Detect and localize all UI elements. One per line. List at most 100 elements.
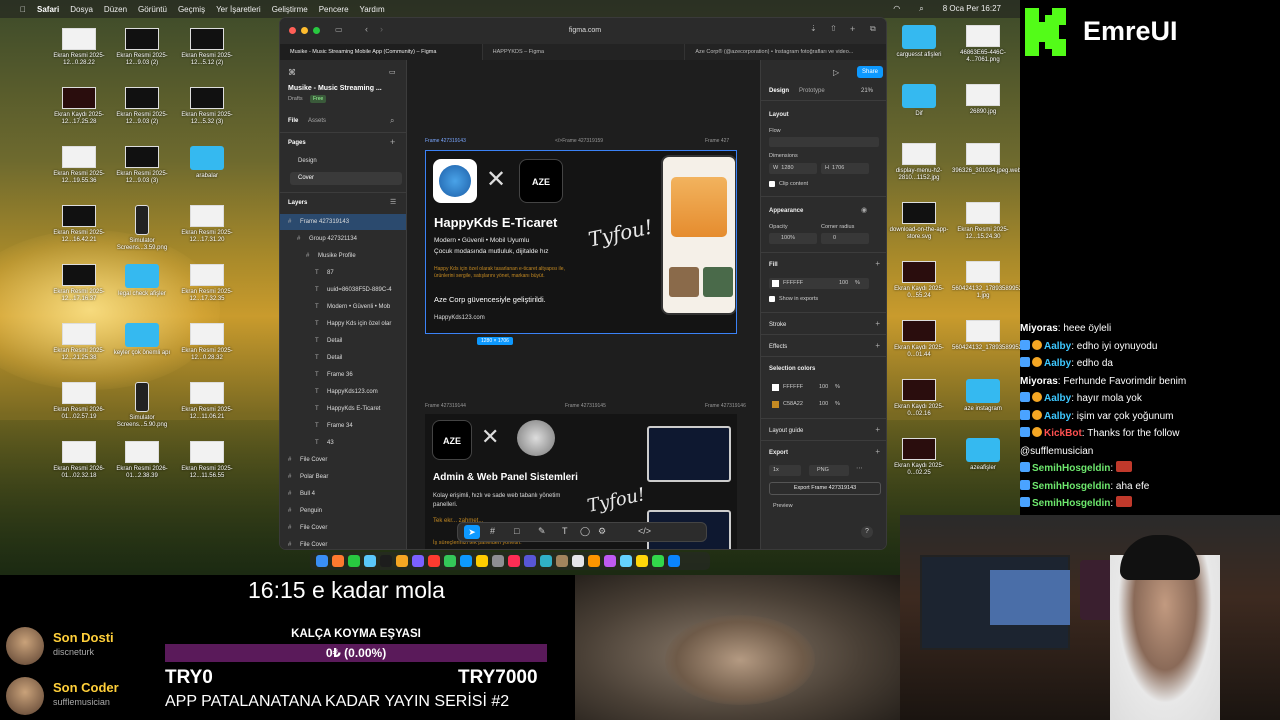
add-page-icon[interactable]: + [390, 137, 395, 147]
desktop-file-icon[interactable]: display-menu-h2-2810...1152.jpg [888, 143, 950, 182]
fill-row[interactable]: FFFFFF 100 % [769, 278, 869, 289]
desktop-file-icon[interactable]: Ekran Resmi 2025-12...9.03 (2) [111, 28, 173, 67]
download-icon[interactable]: ⇣ [810, 24, 817, 33]
dock-app-icon[interactable] [620, 555, 632, 567]
clip-checkbox[interactable] [769, 181, 775, 187]
add-effect-icon[interactable]: + [875, 341, 880, 350]
selection-color-row[interactable]: FFFFFF 100 % [769, 382, 869, 393]
export-format[interactable]: PNG [809, 465, 849, 476]
frame-label-6[interactable]: Frame 427319146 [705, 403, 746, 409]
new-tab-icon[interactable]: + [850, 24, 855, 34]
color-swatch[interactable] [772, 384, 779, 391]
flow-options[interactable] [769, 137, 879, 147]
layer-row[interactable]: T HappyKds E-Ticaret [280, 401, 406, 417]
search-icon[interactable]: ⌕ [390, 116, 394, 126]
layer-row[interactable]: Tuuid=86038F5D-889C-4 [280, 282, 406, 298]
preview-toggle[interactable]: Preview [773, 503, 793, 509]
frame-label-1[interactable]: Frame 427319143 [425, 138, 466, 144]
dock-app-icon[interactable] [412, 555, 424, 567]
desktop-file-icon[interactable]: download-on-the-app-store.svg [888, 202, 950, 241]
desktop-file-icon[interactable]: keyler çok önemli apı [111, 323, 173, 357]
dock-app-icon[interactable] [636, 555, 648, 567]
frame-label-2[interactable]: </>Frame 427319159 [555, 138, 603, 144]
fill-swatch[interactable] [772, 280, 779, 287]
help-button[interactable]: ? [861, 526, 873, 538]
address-bar[interactable]: figma.com [460, 24, 710, 38]
dock-app-icon[interactable] [348, 555, 360, 567]
color-pct[interactable]: 100 [819, 384, 828, 390]
dock-app-icon[interactable] [492, 555, 504, 567]
desktop-file-icon[interactable]: Ekran Resmi 2026-01...02.32.18 [48, 441, 110, 480]
add-fill-icon[interactable]: + [875, 259, 880, 268]
minimize-window-button[interactable] [301, 27, 308, 34]
menu-item-help[interactable]: Yardım [360, 5, 385, 14]
dev-mode-icon[interactable]: </> [638, 526, 651, 536]
radius-field[interactable]: 0 [821, 233, 869, 244]
menu-item-bookmarks[interactable]: Yer İşaretleri [216, 5, 261, 14]
dock-app-icon[interactable] [508, 555, 520, 567]
layer-row[interactable]: # File Cover [280, 537, 406, 549]
desktop-file-icon[interactable]: azeafişler [952, 438, 1014, 472]
close-window-button[interactable] [289, 27, 296, 34]
frame-happykds[interactable]: ✕ AZE HappyKds E-Ticaret Modern • Güvenl… [425, 150, 737, 334]
desktop-file-icon[interactable]: Ekran Kaydı 2025-0...55.24 [888, 261, 950, 300]
dock-app-icon[interactable] [604, 555, 616, 567]
desktop-file-icon[interactable]: aze instagram [952, 379, 1014, 413]
text-tool-icon[interactable]: T [562, 526, 568, 536]
layer-row[interactable]: # Polar Bear [280, 469, 406, 485]
wifi-icon[interactable]: ◠ [893, 4, 900, 14]
height-field[interactable]: H 1706 [821, 163, 869, 174]
desktop-file-icon[interactable]: Ekran Resmi 2025-12...9.03 (2) [111, 87, 173, 126]
desktop-file-icon[interactable]: Ekran Resmi 2025-12...11.56.55 [176, 441, 238, 480]
color-hex[interactable]: FFFFFF [783, 384, 803, 390]
layer-row[interactable]: # File Cover [280, 520, 406, 536]
show-exports-checkbox[interactable] [769, 296, 775, 302]
color-pct[interactable]: 100 [819, 401, 828, 407]
desktop-file-icon[interactable]: Ekran Resmi 2025-12...19.55.36 [48, 146, 110, 185]
desktop-file-icon[interactable]: legal check afişler [111, 264, 173, 298]
dock-app-icon[interactable] [476, 555, 488, 567]
eye-icon[interactable]: ◉ [861, 206, 867, 214]
desktop-file-icon[interactable]: Simulator Screens...5.90.png [111, 382, 173, 429]
desktop-file-icon[interactable]: carguesst afişleri [888, 25, 950, 59]
layer-row[interactable]: T 87 [280, 265, 406, 281]
desktop-file-icon[interactable]: Ekran Kaydı 2025-12...17.25.28 [48, 87, 110, 126]
figma-menu-icon[interactable]: ⌘ [288, 68, 296, 77]
frame-label-5[interactable]: Frame 427319145 [565, 403, 606, 409]
menu-item-edit[interactable]: Düzen [104, 5, 127, 14]
desktop-file-icon[interactable]: Ekran Resmi 2025-12...17.32.35 [176, 264, 238, 303]
move-tool-icon[interactable]: ➤ [464, 525, 480, 539]
desktop-file-icon[interactable]: Ekran Kaydı 2025-0...01.44 [888, 320, 950, 359]
file-title[interactable]: Musike - Music Streaming ... [288, 85, 382, 92]
dock-app-icon[interactable] [364, 555, 376, 567]
menu-item-develop[interactable]: Geliştirme [272, 5, 308, 14]
desktop-file-icon[interactable]: Ekran Resmi 2025-12...9.03 (3) [111, 146, 173, 185]
add-stroke-icon[interactable]: + [875, 319, 880, 328]
desktop-file-icon[interactable]: 560424132_17893589952...5_n-1.jpg [952, 261, 1020, 300]
layer-row[interactable]: # Musike Profile [280, 248, 406, 264]
desktop-file-icon[interactable]: 560424132_17893589952...6_n.jpg [952, 320, 1020, 352]
menu-item-window[interactable]: Pencere [319, 5, 349, 14]
desktop-file-icon[interactable]: Ekran Resmi 2026-01...2.38.39 [111, 441, 173, 480]
tab-prototype[interactable]: Prototype [799, 88, 825, 94]
play-icon[interactable]: ▷ [833, 68, 839, 77]
layer-row[interactable]: # File Cover [280, 452, 406, 468]
layers-options-icon[interactable]: ☰ [390, 198, 396, 206]
layer-row[interactable]: # Group 427321134 [280, 231, 406, 247]
dock-app-icon[interactable] [540, 555, 552, 567]
dock-app-icon[interactable] [332, 555, 344, 567]
sidebar-toggle-icon[interactable]: ▭ [335, 25, 343, 34]
layer-row[interactable]: T 43 [280, 435, 406, 451]
actions-icon[interactable]: ⚙ [598, 526, 606, 537]
add-layout-guide-icon[interactable]: + [875, 425, 880, 434]
desktop-file-icon[interactable]: Ekran Resmi 2025-12...0.28.32 [176, 323, 238, 362]
forward-icon[interactable]: › [380, 24, 383, 34]
layer-row[interactable]: T Frame 36 [280, 367, 406, 383]
share-icon[interactable]: ⇧ [830, 24, 837, 33]
share-button[interactable]: Share [857, 66, 884, 78]
dock-app-icon[interactable] [428, 555, 440, 567]
more-icon[interactable]: ⋯ [856, 464, 863, 472]
dock-app-icon[interactable] [460, 555, 472, 567]
dock-app-icon[interactable] [652, 555, 664, 567]
desktop-file-icon[interactable]: 396326_301034.jpeg.webp [952, 143, 1020, 175]
